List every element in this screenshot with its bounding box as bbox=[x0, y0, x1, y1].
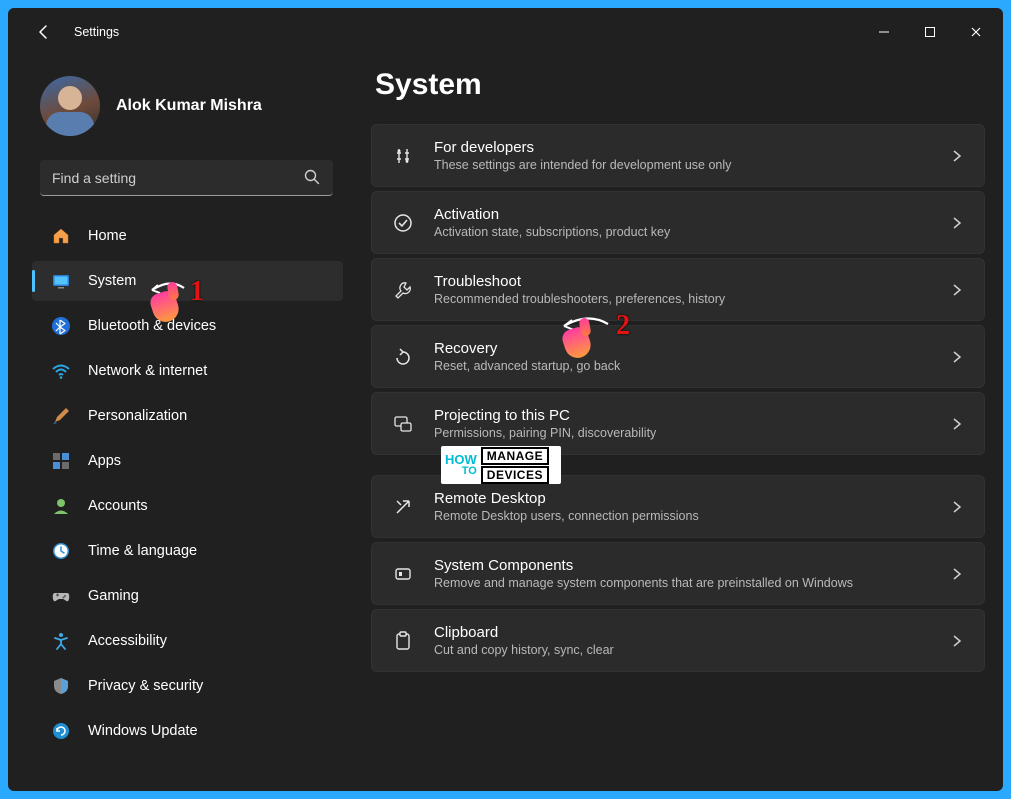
profile-name: Alok Kumar Mishra bbox=[116, 97, 262, 115]
clipboard-icon bbox=[390, 628, 416, 654]
card-subtitle: Remove and manage system components that… bbox=[434, 576, 853, 590]
card-subtitle: Permissions, pairing PIN, discoverabilit… bbox=[434, 426, 656, 440]
card-subtitle: Reset, advanced startup, go back bbox=[434, 359, 620, 373]
nav: Home System Bluetooth & devices Network … bbox=[14, 214, 353, 751]
sidebar-item-label: Apps bbox=[88, 453, 121, 469]
chevron-right-icon bbox=[950, 283, 964, 297]
sidebar-item-personalization[interactable]: Personalization bbox=[32, 396, 343, 436]
minimize-button[interactable] bbox=[861, 16, 907, 48]
page-title: System bbox=[375, 68, 985, 102]
sidebar-item-label: Windows Update bbox=[88, 723, 198, 739]
watermark-text: MANAGE bbox=[481, 447, 549, 465]
sidebar: Alok Kumar Mishra Home System bbox=[8, 56, 353, 791]
sidebar-item-system[interactable]: System bbox=[32, 261, 343, 301]
card-subtitle: Activation state, subscriptions, product… bbox=[434, 225, 670, 239]
sidebar-item-label: Personalization bbox=[88, 408, 187, 424]
shield-icon bbox=[50, 675, 72, 697]
sidebar-item-accessibility[interactable]: Accessibility bbox=[32, 621, 343, 661]
clock-icon bbox=[50, 540, 72, 562]
apps-icon bbox=[50, 450, 72, 472]
sidebar-item-label: Time & language bbox=[88, 543, 197, 559]
chevron-right-icon bbox=[950, 634, 964, 648]
card-troubleshoot[interactable]: Troubleshoot Recommended troubleshooters,… bbox=[371, 258, 985, 321]
card-title: Remote Desktop bbox=[434, 490, 699, 507]
developers-icon bbox=[390, 143, 416, 169]
brush-icon bbox=[50, 405, 72, 427]
watermark: HOW TO MANAGE DEVICES bbox=[441, 446, 561, 484]
settings-window: Settings Alok Kumar Mishra Hom bbox=[8, 8, 1003, 791]
chevron-right-icon bbox=[950, 500, 964, 514]
search-icon bbox=[303, 168, 321, 186]
card-title: Clipboard bbox=[434, 624, 614, 641]
card-recovery[interactable]: Recovery Reset, advanced startup, go back bbox=[371, 325, 985, 388]
search-container bbox=[40, 160, 333, 196]
card-title: Recovery bbox=[434, 340, 620, 357]
chevron-right-icon bbox=[950, 567, 964, 581]
gaming-icon bbox=[50, 585, 72, 607]
projecting-icon bbox=[390, 411, 416, 437]
window-controls bbox=[861, 16, 999, 48]
sidebar-item-privacy[interactable]: Privacy & security bbox=[32, 666, 343, 706]
activation-icon bbox=[390, 210, 416, 236]
accessibility-icon bbox=[50, 630, 72, 652]
maximize-button[interactable] bbox=[907, 16, 953, 48]
back-button[interactable] bbox=[24, 12, 64, 52]
sidebar-item-update[interactable]: Windows Update bbox=[32, 711, 343, 751]
card-title: System Components bbox=[434, 557, 853, 574]
update-icon bbox=[50, 720, 72, 742]
remote-icon bbox=[390, 494, 416, 520]
sidebar-item-accounts[interactable]: Accounts bbox=[32, 486, 343, 526]
chevron-right-icon bbox=[950, 216, 964, 230]
wifi-icon bbox=[50, 360, 72, 382]
sidebar-item-gaming[interactable]: Gaming bbox=[32, 576, 343, 616]
sidebar-item-network[interactable]: Network & internet bbox=[32, 351, 343, 391]
card-clipboard[interactable]: Clipboard Cut and copy history, sync, cle… bbox=[371, 609, 985, 672]
bluetooth-icon bbox=[50, 315, 72, 337]
avatar bbox=[40, 76, 100, 136]
sidebar-item-bluetooth[interactable]: Bluetooth & devices bbox=[32, 306, 343, 346]
sidebar-item-home[interactable]: Home bbox=[32, 216, 343, 256]
card-activation[interactable]: Activation Activation state, subscription… bbox=[371, 191, 985, 254]
home-icon bbox=[50, 225, 72, 247]
sidebar-item-label: Gaming bbox=[88, 588, 139, 604]
sidebar-item-apps[interactable]: Apps bbox=[32, 441, 343, 481]
chevron-right-icon bbox=[950, 417, 964, 431]
troubleshoot-icon bbox=[390, 277, 416, 303]
watermark-text: TO bbox=[462, 466, 477, 477]
card-system-components[interactable]: System Components Remove and manage syste… bbox=[371, 542, 985, 605]
titlebar: Settings bbox=[8, 8, 1003, 56]
chevron-right-icon bbox=[950, 149, 964, 163]
system-icon bbox=[50, 270, 72, 292]
card-title: For developers bbox=[434, 139, 731, 156]
sidebar-item-label: Network & internet bbox=[88, 363, 207, 379]
card-title: Troubleshoot bbox=[434, 273, 725, 290]
accounts-icon bbox=[50, 495, 72, 517]
card-subtitle: Recommended troubleshooters, preferences… bbox=[434, 292, 725, 306]
card-subtitle: These settings are intended for developm… bbox=[434, 158, 731, 172]
search-input[interactable] bbox=[40, 160, 333, 196]
sidebar-item-label: Accessibility bbox=[88, 633, 167, 649]
sidebar-item-label: Privacy & security bbox=[88, 678, 203, 694]
card-subtitle: Cut and copy history, sync, clear bbox=[434, 643, 614, 657]
watermark-text: DEVICES bbox=[481, 466, 549, 484]
main-content: System For developers These settings are … bbox=[353, 56, 1003, 791]
card-subtitle: Remote Desktop users, connection permiss… bbox=[434, 509, 699, 523]
window-title: Settings bbox=[74, 25, 119, 39]
sidebar-item-label: Accounts bbox=[88, 498, 148, 514]
close-button[interactable] bbox=[953, 16, 999, 48]
sidebar-item-label: System bbox=[88, 273, 136, 289]
card-remote-desktop[interactable]: Remote Desktop Remote Desktop users, conn… bbox=[371, 475, 985, 538]
sidebar-item-label: Bluetooth & devices bbox=[88, 318, 216, 334]
card-for-developers[interactable]: For developers These settings are intende… bbox=[371, 124, 985, 187]
components-icon bbox=[390, 561, 416, 587]
recovery-icon bbox=[390, 344, 416, 370]
chevron-right-icon bbox=[950, 350, 964, 364]
sidebar-item-label: Home bbox=[88, 228, 127, 244]
card-title: Activation bbox=[434, 206, 670, 223]
profile-block[interactable]: Alok Kumar Mishra bbox=[14, 68, 353, 154]
sidebar-item-time[interactable]: Time & language bbox=[32, 531, 343, 571]
card-title: Projecting to this PC bbox=[434, 407, 656, 424]
